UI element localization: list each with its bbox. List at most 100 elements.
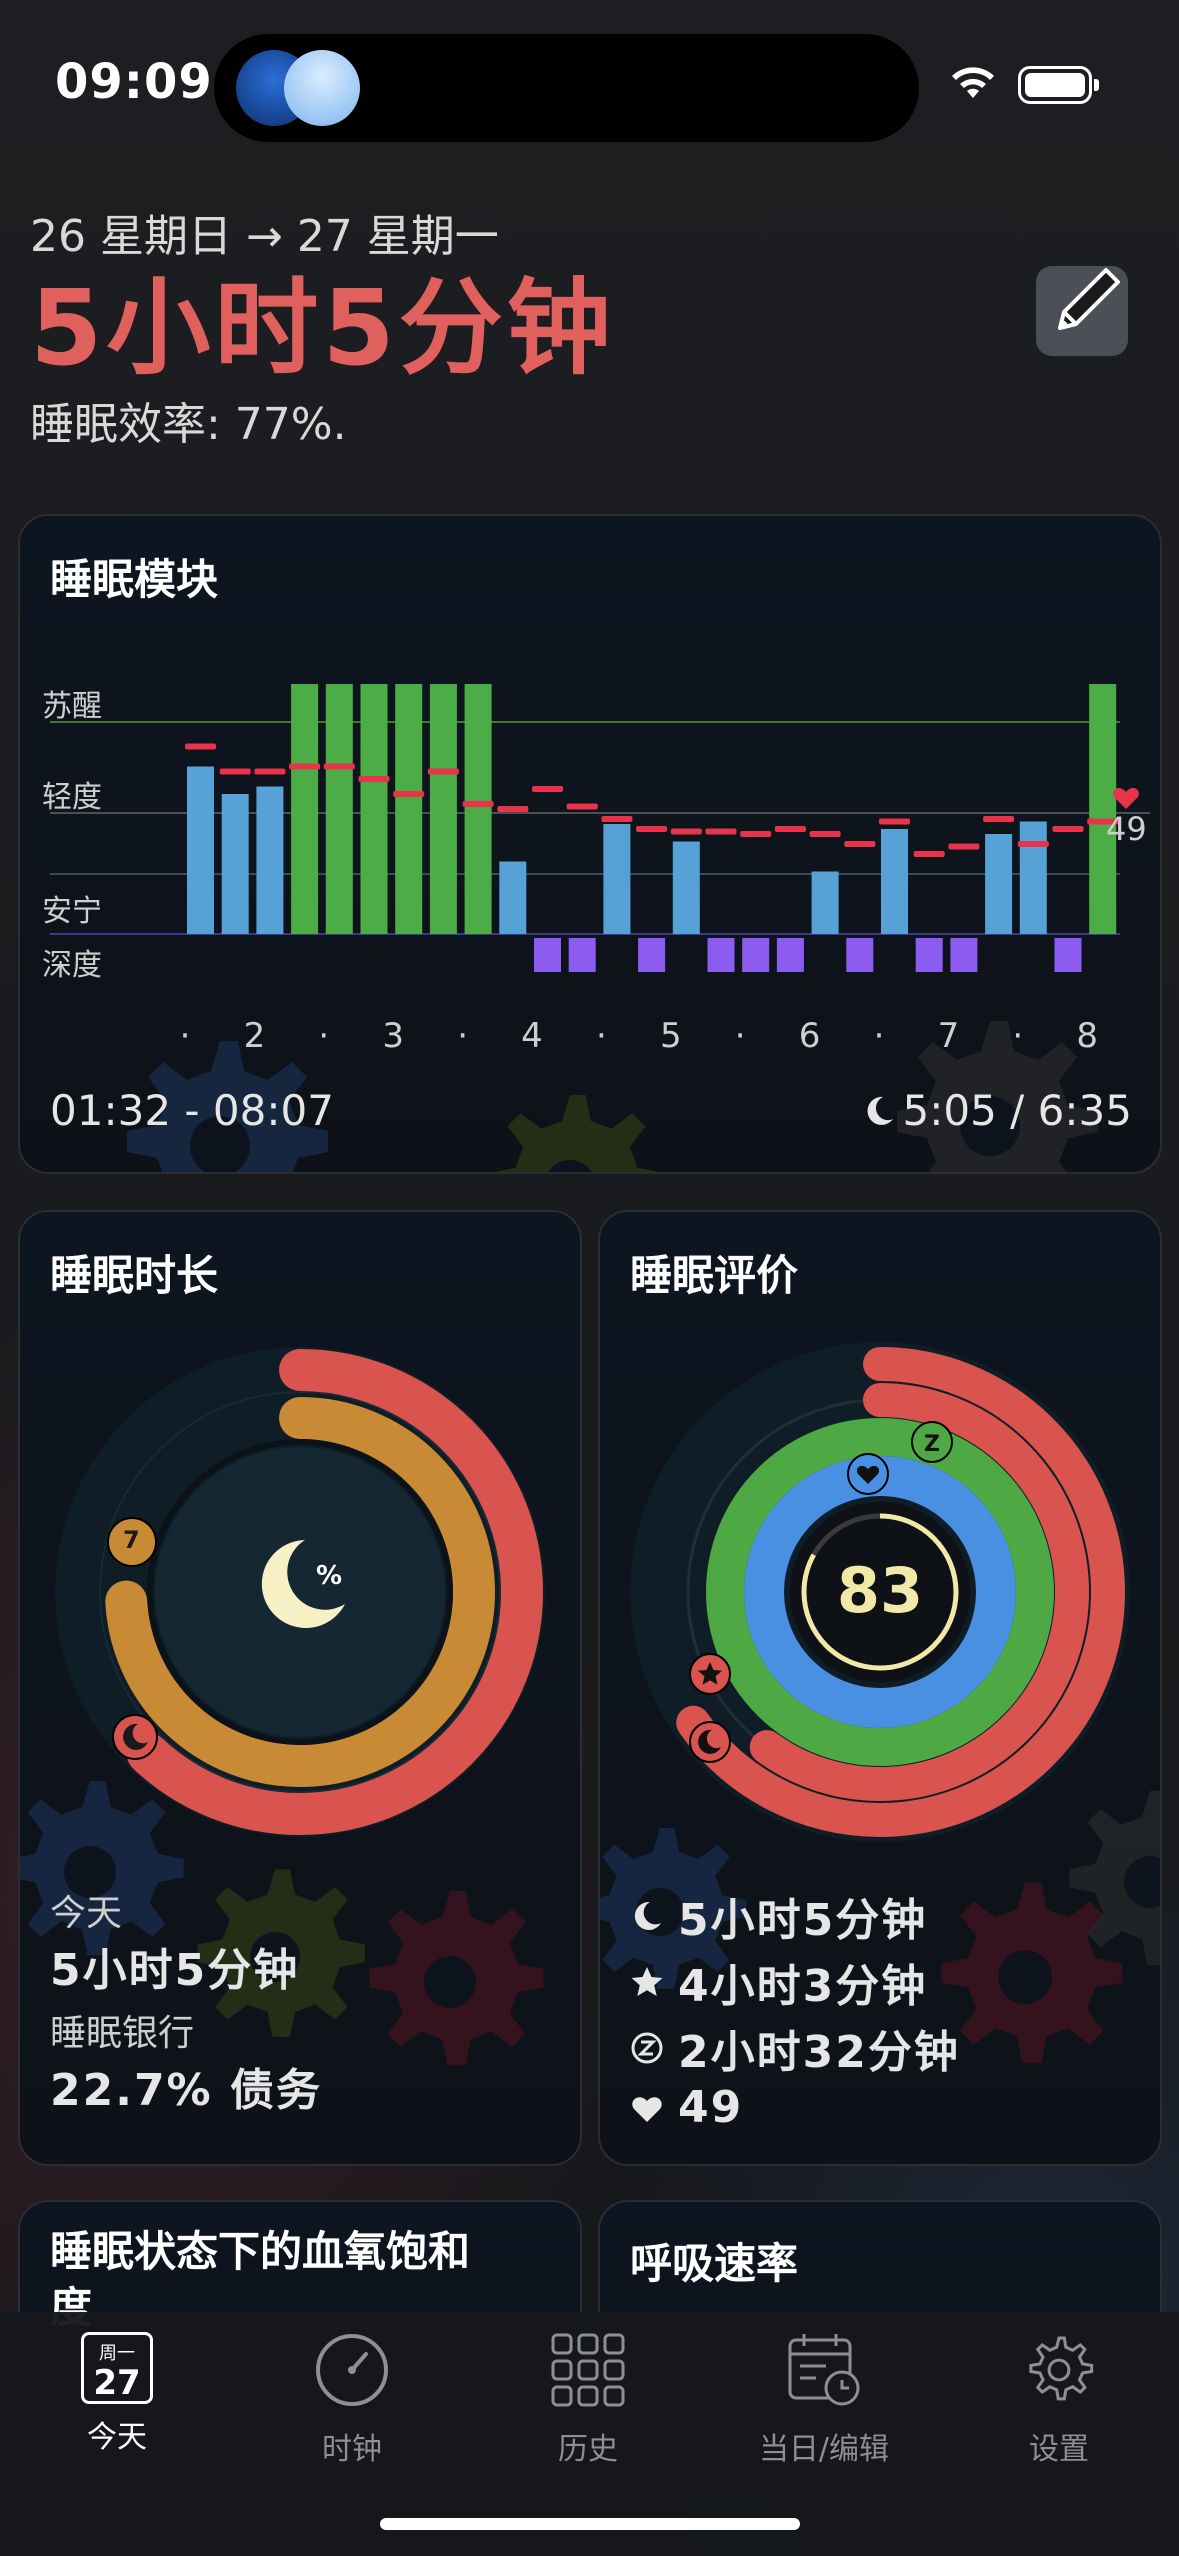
tab-today[interactable]: 周一 27 今天 bbox=[17, 2332, 217, 2456]
sleep-stage-bar bbox=[187, 766, 214, 934]
sleep-stage-bar bbox=[950, 938, 978, 972]
dynamic-island[interactable] bbox=[214, 34, 919, 142]
outer-ring-end-badge bbox=[112, 1714, 158, 1760]
sleep-stage-bar bbox=[915, 938, 943, 972]
calendar-edit-icon bbox=[788, 2334, 860, 2406]
heart-rate-mark bbox=[774, 826, 806, 832]
sleep-stage-bar bbox=[672, 841, 700, 934]
sleep-stage-bar bbox=[464, 684, 492, 934]
heart-rate-mark bbox=[1017, 841, 1049, 847]
card-title: 睡眠时长 bbox=[50, 1251, 219, 1300]
tab-day-edit[interactable]: 当日/编辑 bbox=[724, 2332, 924, 2468]
calendar-day: 27 bbox=[93, 2363, 141, 2403]
heart-rate-value: 49 bbox=[1106, 810, 1147, 848]
svg-text:%: % bbox=[316, 1561, 342, 1591]
sleep-stage-bar bbox=[568, 938, 596, 972]
sleep-stage-bar bbox=[707, 938, 735, 972]
home-indicator[interactable] bbox=[380, 2518, 800, 2530]
sleep-summary-header: 26 星期日 → 27 星期一 5小时5分钟 睡眠效率: 77%. bbox=[30, 200, 1130, 452]
sleep-stage-bar bbox=[395, 684, 423, 934]
sleep-stage-bar bbox=[811, 871, 839, 934]
heart-rate-mark bbox=[740, 831, 772, 837]
heart-rate-mark bbox=[532, 786, 563, 792]
heart-rate-mark bbox=[983, 816, 1015, 822]
sleep-stage-bar bbox=[499, 861, 527, 934]
today-label: 今天 bbox=[50, 1893, 123, 1934]
x-tick-label: 7 bbox=[937, 1016, 960, 1056]
sleep-stage-bar bbox=[1089, 684, 1117, 934]
sleep-duration-card[interactable]: 睡眠时长 % 7 今天 5小时5分钟 睡眠银行 22.7% 债务 bbox=[18, 1210, 582, 2166]
rating-item-text: 4小时3分钟 bbox=[678, 1961, 928, 2012]
x-tick-label: · bbox=[179, 1016, 191, 1056]
battery-icon bbox=[1018, 66, 1099, 104]
rating-item-text: 49 bbox=[678, 2082, 744, 2133]
moon-icon bbox=[634, 1901, 661, 1930]
sleep-rating-card[interactable]: 睡眠评价 Z 83 5小时5分钟 4小时3分钟 2小时32分钟 49 bbox=[598, 1210, 1162, 2166]
inner-ring-badge-number: 7 bbox=[123, 1526, 140, 1554]
gear-decoration-icon bbox=[369, 1891, 544, 2066]
x-tick-label: 8 bbox=[1076, 1016, 1099, 1056]
card-title: 睡眠评价 bbox=[630, 1251, 799, 1300]
hypnogram-chart bbox=[50, 684, 1150, 972]
sleep-module-card[interactable]: 睡眠模块 苏醒 轻度 安宁 深度 49 · 2 · 3 · 4 · 5 · 6 · 7 · 8 01:32… bbox=[18, 514, 1162, 1174]
rating-item-heart-rate: 49 bbox=[630, 2082, 743, 2133]
x-tick-label: · bbox=[873, 1016, 885, 1056]
x-tick-label: 2 bbox=[243, 1016, 266, 1056]
heart-rate-mark bbox=[427, 768, 459, 775]
rating-item-text: 2小时32分钟 bbox=[678, 2027, 960, 2078]
x-tick-label: · bbox=[318, 1016, 330, 1056]
sleep-efficiency: 睡眠效率: 77%. bbox=[30, 399, 347, 450]
moon-badge-icon bbox=[689, 1721, 731, 1763]
sleep-ratio: 5:05 / 6:35 bbox=[861, 1086, 1132, 1135]
x-tick-label: 6 bbox=[798, 1016, 821, 1056]
calendar-icon: 周一 27 bbox=[81, 2332, 153, 2404]
tab-settings[interactable]: 设置 bbox=[959, 2332, 1159, 2468]
heart-rate-mark bbox=[323, 763, 355, 770]
sleep-duration-rings: % bbox=[55, 1347, 545, 1837]
rating-item-deep-time: 2小时32分钟 bbox=[630, 2016, 960, 2080]
heart-rate-mark bbox=[497, 806, 529, 812]
heart-rate-mark bbox=[358, 776, 390, 782]
sleep-stage-bar bbox=[1019, 821, 1047, 934]
heart-rate-mark bbox=[1052, 826, 1084, 832]
tab-history[interactable]: 历史 bbox=[488, 2332, 688, 2468]
x-tick-label: · bbox=[595, 1016, 607, 1056]
gear-decoration-icon bbox=[494, 1095, 659, 1172]
sleep-stage-bar bbox=[742, 938, 770, 972]
sleep-stage-bar bbox=[325, 684, 353, 934]
sleep-duration-total: 5小时5分钟 bbox=[30, 267, 615, 389]
sleep-stage-bar bbox=[291, 684, 319, 934]
rating-item-quality-time: 4小时3分钟 bbox=[630, 1950, 927, 2014]
heart-rate-mark bbox=[879, 818, 910, 825]
x-tick-label: · bbox=[1012, 1016, 1024, 1056]
sleep-stage-bar bbox=[846, 938, 874, 972]
avatar-second bbox=[284, 50, 360, 126]
star-icon bbox=[631, 1967, 663, 1996]
rating-item-sleep-time: 5小时5分钟 bbox=[630, 1884, 927, 1948]
sleep-stage-bar bbox=[603, 824, 631, 934]
heart-rate-mark bbox=[254, 768, 286, 775]
sleep-stage-bar bbox=[360, 684, 388, 934]
heart-rate-mark bbox=[462, 801, 494, 807]
tab-clock[interactable]: 时钟 bbox=[252, 2332, 452, 2468]
heart-rate-mark bbox=[219, 768, 251, 775]
heart-icon bbox=[1113, 787, 1139, 809]
status-bar: 09:09 bbox=[0, 0, 1179, 170]
wifi-icon bbox=[952, 67, 994, 98]
tab-label: 设置 bbox=[1029, 2432, 1089, 2467]
x-tick-label: · bbox=[457, 1016, 468, 1056]
edit-button[interactable] bbox=[1036, 266, 1128, 356]
heart-rate-mark bbox=[566, 803, 598, 810]
sleep-stage-bar bbox=[221, 794, 249, 934]
sleep-ratio-value: 5:05 / 6:35 bbox=[902, 1086, 1132, 1135]
calendar-weekday: 周一 bbox=[99, 2343, 135, 2364]
clock-icon bbox=[316, 2334, 388, 2406]
tab-label: 今天 bbox=[87, 2420, 147, 2455]
svg-text:Z: Z bbox=[924, 1432, 940, 1457]
rating-item-text: 5小时5分钟 bbox=[678, 1895, 928, 1946]
tab-label: 当日/编辑 bbox=[758, 2432, 890, 2467]
x-tick-label: 3 bbox=[382, 1016, 405, 1056]
tab-label: 时钟 bbox=[322, 2432, 382, 2467]
heart-icon bbox=[632, 2096, 662, 2122]
today-value: 5小时5分钟 bbox=[50, 1945, 300, 1996]
